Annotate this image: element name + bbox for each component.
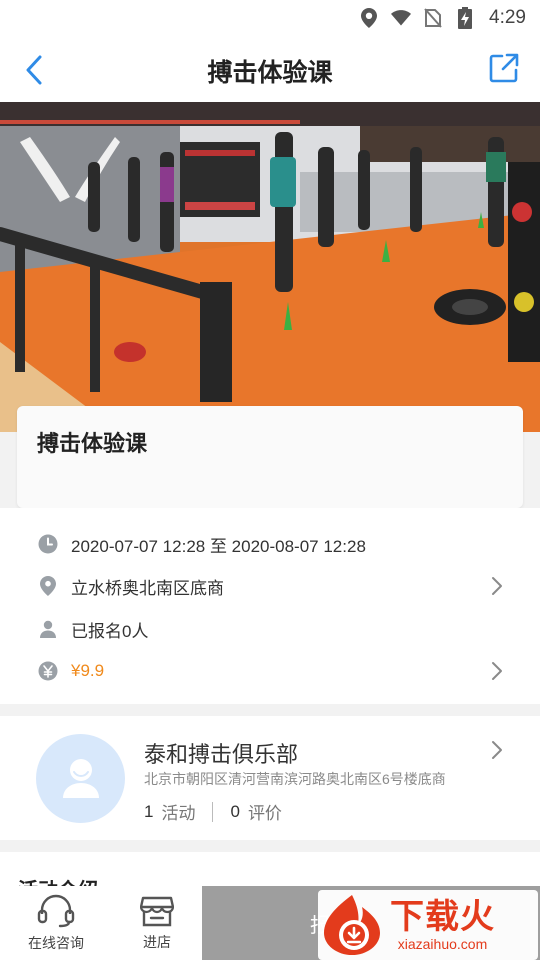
back-button[interactable] — [14, 50, 54, 90]
headset-icon — [37, 894, 75, 927]
stats-divider — [212, 801, 214, 822]
course-info-section: 2020-07-07 12:28 至 2020-08-07 12:28 立水桥奥… — [0, 508, 540, 704]
enter-store-button[interactable]: 进店 — [112, 886, 202, 960]
page-title: 搏击体验课 — [207, 59, 333, 87]
no-sim-icon — [423, 8, 443, 28]
chevron-right-icon — [492, 741, 502, 759]
flame-logo-icon — [324, 895, 380, 955]
online-consult-button[interactable]: 在线咨询 — [0, 886, 112, 960]
price-text: ¥9.9 — [71, 661, 105, 680]
status-time: 4:29 — [489, 7, 526, 28]
map-pin-icon — [38, 576, 58, 596]
club-avatar — [36, 734, 125, 823]
course-title: 搏击体验课 — [37, 431, 148, 456]
reviews-count: 0 — [230, 801, 240, 821]
location-text: 立水桥奥北南区底商 — [71, 578, 224, 598]
club-card[interactable]: 泰和搏击俱乐部 北京市朝阳区清河营南滨河路奥北南区6号楼底商 1 活动 0 评价 — [0, 716, 540, 840]
club-stats: 1 活动 0 评价 — [144, 799, 282, 824]
enrolled-row: 已报名0人 — [0, 608, 540, 650]
club-name: 泰和搏击俱乐部 — [144, 742, 299, 767]
clock-icon — [38, 534, 58, 554]
chevron-right-icon — [492, 577, 502, 595]
store-icon — [140, 896, 174, 926]
watermark: 下载火 xiazaihuo.com — [318, 890, 538, 960]
activities-count: 1 — [144, 801, 154, 821]
chevron-right-icon — [492, 662, 502, 680]
course-cover-image — [0, 102, 540, 432]
user-avatar-icon — [62, 758, 99, 798]
share-icon — [489, 53, 519, 83]
reviews-label: 评价 — [247, 804, 282, 823]
nav-bar: 搏击体验课 — [0, 36, 540, 102]
watermark-domain: xiazaihuo.com — [397, 936, 488, 952]
person-icon — [38, 619, 58, 639]
online-consult-label: 在线咨询 — [28, 934, 84, 951]
battery-charging-icon — [455, 7, 475, 29]
wifi-icon — [391, 8, 412, 28]
watermark-brand: 下载火 — [390, 898, 495, 936]
datetime-text: 2020-07-07 12:28 至 2020-08-07 12:28 — [71, 536, 366, 556]
club-address: 北京市朝阳区清河营南滨河路奥北南区6号楼底商 — [144, 771, 446, 787]
activities-label: 活动 — [161, 804, 196, 823]
yen-icon — [38, 661, 58, 681]
enrolled-text: 已报名0人 — [71, 621, 149, 641]
location-row[interactable]: 立水桥奥北南区底商 — [0, 565, 540, 607]
course-title-card: 搏击体验课 — [17, 406, 523, 508]
price-row[interactable]: ¥9.9 — [0, 650, 540, 692]
status-bar: 4:29 — [0, 0, 540, 36]
enter-store-label: 进店 — [143, 933, 171, 950]
chevron-left-icon — [26, 55, 42, 85]
location-icon — [359, 8, 379, 28]
datetime-row: 2020-07-07 12:28 至 2020-08-07 12:28 — [0, 523, 540, 565]
share-button[interactable] — [484, 48, 524, 88]
